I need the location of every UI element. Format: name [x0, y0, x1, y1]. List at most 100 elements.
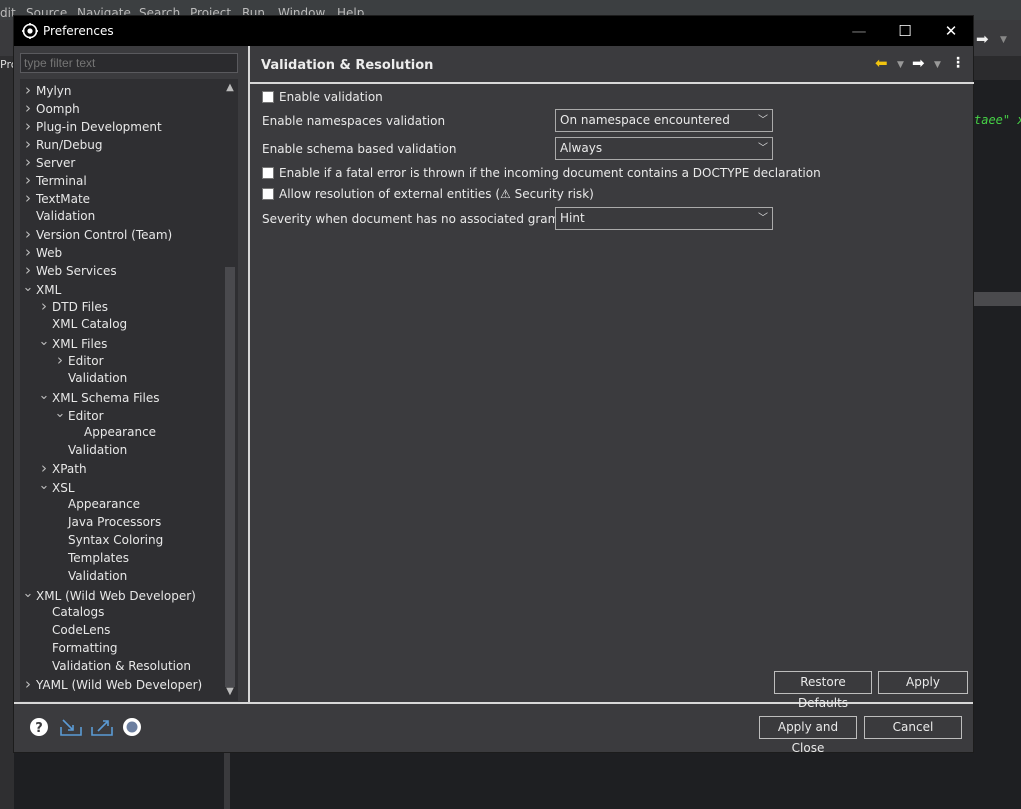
tree-item[interactable]: Catalogs: [36, 603, 104, 621]
schema-select[interactable]: Always ﹀: [555, 137, 773, 160]
chevron-down-icon[interactable]: ⌄: [20, 279, 36, 297]
tree-item[interactable]: Appearance: [52, 495, 140, 513]
close-button[interactable]: ✕: [928, 16, 974, 46]
chevron-right-icon[interactable]: ›: [20, 99, 36, 117]
chevron-right-icon[interactable]: ›: [20, 225, 36, 243]
chevron-right-icon[interactable]: ›: [20, 243, 36, 261]
cancel-button[interactable]: Cancel: [864, 716, 962, 739]
forward-dropdown-icon[interactable]: ▼: [934, 60, 941, 70]
tree-item[interactable]: ⌄ Editor: [52, 405, 104, 423]
tree-item[interactable]: ⌄ XSL: [36, 477, 75, 495]
minimize-button[interactable]: —: [836, 16, 882, 46]
tree-item-label: Java Processors: [68, 515, 162, 529]
tree-item[interactable]: › Editor: [52, 351, 104, 369]
scroll-down-icon[interactable]: ▼: [222, 685, 238, 699]
tree-item[interactable]: › TextMate: [20, 189, 90, 207]
chevron-down-icon[interactable]: ⌄: [36, 333, 52, 351]
tree-item[interactable]: › DTD Files: [36, 297, 108, 315]
tree-item[interactable]: Validation: [52, 567, 127, 585]
ide-dropdown-icon[interactable]: ▼: [1000, 35, 1007, 45]
grammar-select[interactable]: Hint ﹀: [555, 207, 773, 230]
tree-item[interactable]: Templates: [52, 549, 129, 567]
view-menu-icon[interactable]: ⋮: [951, 55, 965, 71]
tree-item[interactable]: ⌄ XML (Wild Web Developer): [20, 585, 196, 603]
tree-item[interactable]: › Web Services: [20, 261, 117, 279]
checkbox-label: Enable if a fatal error is thrown if the…: [279, 166, 821, 180]
import-icon[interactable]: [59, 717, 83, 737]
tree-item[interactable]: › Run/Debug: [20, 135, 103, 153]
tree-item[interactable]: › Terminal: [20, 171, 87, 189]
tree-item[interactable]: › Web: [20, 243, 62, 261]
chevron-right-icon[interactable]: ›: [20, 189, 36, 207]
panel-sash[interactable]: [248, 46, 250, 702]
apply-and-close-button[interactable]: Apply and Close: [759, 716, 857, 755]
chevron-right-icon[interactable]: ›: [20, 117, 36, 135]
chevron-right-icon[interactable]: ›: [36, 459, 52, 477]
oomph-record-icon[interactable]: [122, 717, 142, 737]
tree-item[interactable]: Validation: [52, 369, 127, 387]
back-arrow-icon[interactable]: ⬅: [875, 54, 888, 72]
external-entities-checkbox[interactable]: Allow resolution of external entities (⚠…: [262, 186, 594, 202]
maximize-button[interactable]: ☐: [882, 16, 928, 46]
tree-item[interactable]: Validation: [20, 207, 95, 225]
apply-button[interactable]: Apply: [878, 671, 968, 694]
tree-item-label: Appearance: [68, 497, 141, 511]
tree-item[interactable]: XML Catalog: [36, 315, 127, 333]
chevron-down-icon[interactable]: ⌄: [20, 585, 36, 603]
ide-scrollbar[interactable]: [974, 292, 1021, 306]
back-dropdown-icon[interactable]: ▼: [897, 60, 904, 70]
tree-item[interactable]: Validation & Resolution: [36, 657, 191, 675]
tree-item[interactable]: › Server: [20, 153, 75, 171]
tree-item[interactable]: › Mylyn: [20, 81, 72, 99]
tree-item[interactable]: Validation: [52, 441, 127, 459]
restore-defaults-button[interactable]: Restore Defaults: [774, 671, 872, 710]
checkbox-box[interactable]: [262, 91, 274, 103]
ide-lower-panel: [14, 753, 974, 809]
chevron-right-icon[interactable]: ›: [20, 675, 36, 693]
tree-item-label: Editor: [68, 354, 104, 368]
tree-item[interactable]: › Plug-in Development: [20, 117, 162, 135]
ide-forward-icon[interactable]: ➡: [976, 30, 989, 48]
tree-item[interactable]: ⌄ XML Files: [36, 333, 108, 351]
schema-label: Enable schema based validation: [262, 142, 457, 156]
chevron-right-icon[interactable]: ›: [20, 81, 36, 99]
tree-item[interactable]: Syntax Coloring: [52, 531, 163, 549]
scroll-up-icon[interactable]: ▲: [222, 81, 238, 95]
tree-item[interactable]: CodeLens: [36, 621, 110, 639]
tree-item[interactable]: › Version Control (Team): [20, 225, 172, 243]
chevron-right-icon[interactable]: ›: [20, 153, 36, 171]
checkbox-box[interactable]: [262, 167, 274, 179]
tree-item[interactable]: ⌄ XML: [20, 279, 62, 297]
filter-input[interactable]: [20, 53, 238, 73]
tree-item-label: Web: [36, 246, 63, 260]
help-icon[interactable]: ?: [29, 717, 49, 737]
tree-item[interactable]: Appearance: [68, 423, 156, 441]
export-icon[interactable]: [90, 717, 114, 737]
chevron-right-icon[interactable]: ›: [52, 351, 68, 369]
tree-item[interactable]: › XPath: [36, 459, 87, 477]
tree-item[interactable]: › Oomph: [20, 99, 80, 117]
chevron-right-icon[interactable]: ›: [20, 171, 36, 189]
chevron-down-icon[interactable]: ⌄: [36, 477, 52, 495]
fatal-error-checkbox[interactable]: Enable if a fatal error is thrown if the…: [262, 165, 821, 181]
ide-left-strip: [0, 56, 14, 809]
tree-item-label: CodeLens: [52, 623, 111, 637]
scroll-thumb[interactable]: [225, 267, 235, 687]
tree-item[interactable]: Formatting: [36, 639, 118, 657]
tree-item[interactable]: › YAML (Wild Web Developer): [20, 675, 202, 693]
tree-item[interactable]: ⌄ XML Schema Files: [36, 387, 160, 405]
tree-item-label: Validation & Resolution: [52, 659, 191, 673]
chevron-down-icon[interactable]: ⌄: [52, 405, 68, 423]
tree-item[interactable]: Java Processors: [52, 513, 161, 531]
tree-item-label: Mylyn: [36, 84, 72, 98]
chevron-down-icon[interactable]: ⌄: [36, 387, 52, 405]
eclipse-gear-icon: [22, 23, 38, 39]
tree-scrollbar[interactable]: ▲ ▼: [222, 79, 238, 701]
namespaces-select[interactable]: On namespace encountered ﹀: [555, 109, 773, 132]
checkbox-box[interactable]: [262, 188, 274, 200]
forward-arrow-icon[interactable]: ➡: [912, 54, 925, 72]
chevron-right-icon[interactable]: ›: [36, 297, 52, 315]
chevron-right-icon[interactable]: ›: [20, 261, 36, 279]
enable-validation-checkbox[interactable]: Enable validation: [262, 89, 383, 105]
chevron-right-icon[interactable]: ›: [20, 135, 36, 153]
